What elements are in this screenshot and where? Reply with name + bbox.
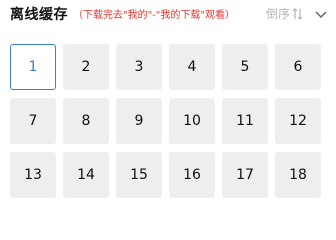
collapse-button[interactable]	[313, 5, 329, 21]
sort-toggle-button[interactable]: 倒序	[266, 5, 304, 22]
episode-button[interactable]: 9	[116, 98, 162, 144]
episode-button[interactable]: 13	[10, 152, 56, 198]
episode-button[interactable]: 15	[116, 152, 162, 198]
episode-button[interactable]: 5	[222, 44, 268, 90]
episode-button[interactable]: 16	[169, 152, 215, 198]
episode-button[interactable]: 12	[275, 98, 321, 144]
chevron-down-icon	[315, 4, 327, 23]
episode-button[interactable]: 7	[10, 98, 56, 144]
episode-button[interactable]: 1	[10, 44, 56, 90]
episode-button[interactable]: 4	[169, 44, 215, 90]
episode-button[interactable]: 6	[275, 44, 321, 90]
page-title: 离线缓存	[10, 7, 68, 23]
episode-button[interactable]: 14	[63, 152, 109, 198]
episode-button[interactable]: 3	[116, 44, 162, 90]
episode-button[interactable]: 8	[63, 98, 109, 144]
episode-button[interactable]: 2	[63, 44, 109, 90]
episode-button[interactable]: 11	[222, 98, 268, 144]
episode-button[interactable]: 17	[222, 152, 268, 198]
sort-arrows-icon	[292, 7, 304, 21]
episode-grid: 1 2 3 4 5 6 7 8 9 10 11 12 13 14 15 16 17 18	[10, 44, 321, 198]
episode-button[interactable]: 10	[169, 98, 215, 144]
sort-label: 倒序	[266, 7, 291, 21]
episode-button[interactable]: 18	[275, 152, 321, 198]
header-bar: 离线缓存 （下载完去"我的"-"我的下载"观看） 倒序	[0, 0, 336, 28]
download-hint: （下载完去"我的"-"我的下载"观看）	[73, 10, 236, 21]
